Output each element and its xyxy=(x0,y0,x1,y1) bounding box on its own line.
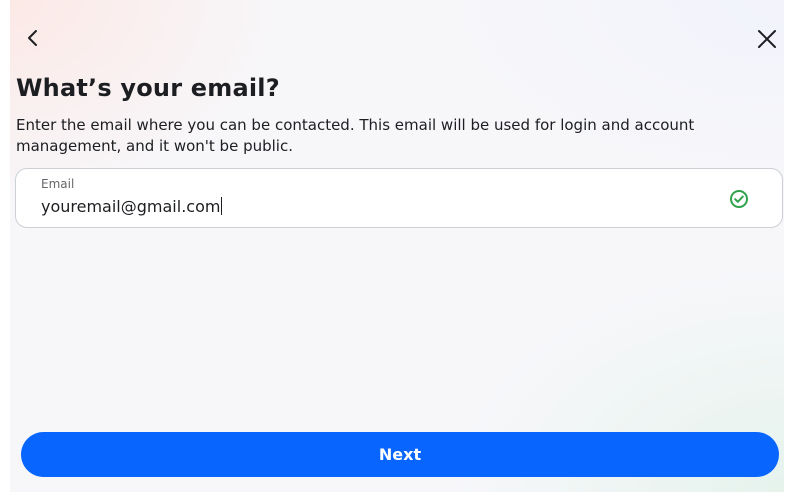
close-button[interactable] xyxy=(755,27,779,51)
next-button[interactable]: Next xyxy=(21,432,779,477)
page-title: What’s your email? xyxy=(16,74,280,102)
back-button[interactable] xyxy=(22,26,46,50)
chevron-left-icon xyxy=(28,30,37,46)
frame-edge-right xyxy=(784,0,790,492)
text-caret xyxy=(221,197,223,215)
page-description: Enter the email where you can be contact… xyxy=(16,116,695,155)
email-field-label: Email xyxy=(41,177,75,191)
frame-edge-left xyxy=(0,0,10,492)
check-circle-icon xyxy=(730,190,748,208)
email-field[interactable]: Email youremail@gmail.com xyxy=(15,168,783,228)
email-input-wrapper[interactable]: youremail@gmail.com xyxy=(41,197,223,216)
close-icon xyxy=(758,30,776,48)
email-input-value[interactable]: youremail@gmail.com xyxy=(41,197,220,216)
email-signup-screen: What’s your email? Enter the email where… xyxy=(0,0,790,492)
